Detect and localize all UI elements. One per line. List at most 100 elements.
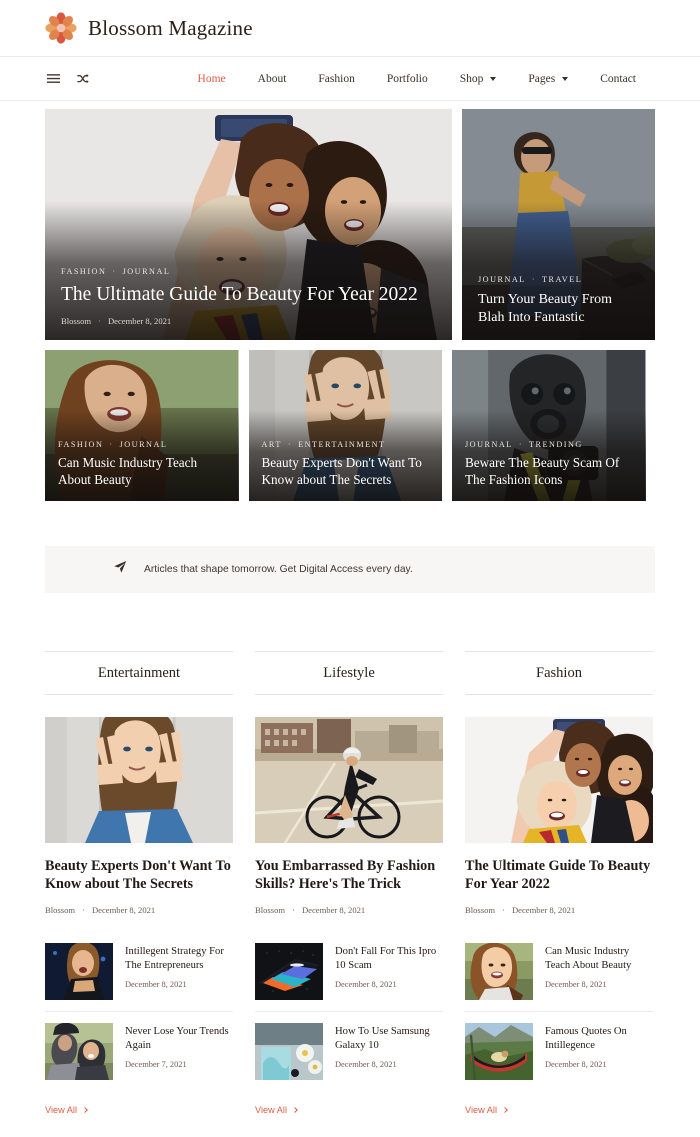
list-item[interactable]: Famous Quotes On Intillegence December 8…: [465, 1010, 653, 1091]
list-item-date: December 8, 2021: [125, 980, 187, 990]
list-item-title[interactable]: Famous Quotes On Intillegence: [545, 1025, 653, 1053]
hero-featured-card[interactable]: FASHION · JOURNAL The Ultimate Guide To …: [45, 109, 452, 340]
list-item[interactable]: Don't Fall For This Ipro 10 Scam Decembe…: [255, 932, 443, 1011]
hero-card-beauty-scam[interactable]: JOURNAL · TRENDING Beware The Beauty Sca…: [452, 350, 646, 501]
featured-article-title[interactable]: You Embarrassed By Fashion Skills? Here'…: [255, 857, 443, 894]
hero-card-title[interactable]: Can Music Industry Teach About Beauty: [58, 455, 226, 488]
digital-access-banner: Articles that shape tomorrow. Get Digita…: [45, 546, 655, 593]
list-item[interactable]: Intillegent Strategy For The Entrepreneu…: [45, 932, 233, 1011]
list-item-date: December 7, 2021: [125, 1060, 187, 1070]
hero-side-column: JOURNAL · TRAVEL Turn Your Beauty From B…: [462, 109, 655, 340]
featured-article-title[interactable]: Beauty Experts Don't Want To Know about …: [45, 857, 233, 894]
list-item-title[interactable]: Never Lose Your Trends Again: [125, 1025, 233, 1053]
category-link[interactable]: ART: [262, 440, 282, 449]
nav-item-about[interactable]: About: [242, 73, 303, 85]
column-header: Fashion: [465, 651, 653, 695]
list-item-thumbnail[interactable]: [45, 942, 113, 1000]
nav-item-home[interactable]: Home: [182, 73, 242, 85]
list-item-thumbnail[interactable]: [45, 1022, 113, 1080]
nav-item-contact[interactable]: Contact: [584, 73, 652, 85]
list-item-thumbnail[interactable]: [255, 942, 323, 1000]
ticker-text: Articles that shape tomorrow. Get Digita…: [144, 564, 413, 575]
list-item[interactable]: Never Lose Your Trends Again December 7,…: [45, 1010, 233, 1091]
bottom-spacer: [0, 1115, 700, 1137]
shuffle-random-icon[interactable]: [75, 71, 91, 87]
list-item-date: December 8, 2021: [335, 1060, 397, 1070]
view-all-label: View All: [45, 1104, 78, 1115]
hero-card-title[interactable]: Beware The Beauty Scam Of The Fashion Ic…: [465, 455, 633, 488]
featured-article-image[interactable]: [45, 717, 233, 843]
list-item-body: Can Music Industry Teach About Beauty De…: [545, 943, 653, 989]
paper-plane-icon: [113, 560, 127, 579]
site-title: Blossom Magazine: [88, 15, 253, 40]
list-item-thumbnail[interactable]: [255, 1022, 323, 1080]
list-item-title[interactable]: Can Music Industry Teach About Beauty: [545, 945, 653, 973]
author-name[interactable]: Blossom: [255, 905, 285, 915]
site-logo-link[interactable]: Blossom Magazine: [45, 12, 253, 44]
hero-card-music-industry[interactable]: FASHION · JOURNAL Can Music Industry Tea…: [45, 350, 239, 501]
separator: ·: [518, 440, 523, 450]
publish-date: December 8, 2021: [107, 316, 172, 326]
article-list: Intillegent Strategy For The Entrepreneu…: [45, 932, 233, 1091]
nav-item-pages[interactable]: Pages: [512, 73, 584, 85]
hero-section: FASHION · JOURNAL The Ultimate Guide To …: [0, 101, 700, 340]
chevron-right-icon: [502, 1107, 508, 1113]
view-all-label: View All: [465, 1104, 498, 1115]
nav-item-portfolio[interactable]: Portfolio: [371, 73, 444, 85]
ticker-section: Articles that shape tomorrow. Get Digita…: [0, 501, 700, 593]
list-item-date: December 8, 2021: [545, 1060, 607, 1070]
list-item[interactable]: How To Use Samsung Galaxy 10 December 8,…: [255, 1010, 443, 1091]
hero-featured-title[interactable]: The Ultimate Guide To Beauty For Year 20…: [61, 283, 436, 307]
hero-card-categories: FASHION · JOURNAL: [58, 440, 226, 449]
category-link[interactable]: FASHION: [61, 267, 106, 276]
view-all-link-entertainment[interactable]: View All: [45, 1105, 233, 1115]
chevron-down-icon: [490, 76, 497, 81]
list-item-body: Intillegent Strategy For The Entrepreneu…: [125, 943, 233, 989]
hero-side-card[interactable]: JOURNAL · TRAVEL Turn Your Beauty From B…: [462, 109, 655, 340]
author-name[interactable]: Blossom: [61, 316, 91, 326]
list-item[interactable]: Can Music Industry Teach About Beauty De…: [465, 932, 653, 1011]
list-item-title[interactable]: How To Use Samsung Galaxy 10: [335, 1025, 443, 1053]
view-all-link-lifestyle[interactable]: View All: [255, 1105, 443, 1115]
hero-card-title[interactable]: Beauty Experts Don't Want To Know about …: [262, 455, 430, 488]
hero-featured-categories: FASHION · JOURNAL: [61, 267, 436, 276]
category-link[interactable]: JOURNAL: [478, 275, 526, 284]
list-item-body: Famous Quotes On Intillegence December 8…: [545, 1023, 653, 1069]
list-item-title[interactable]: Intillegent Strategy For The Entrepreneu…: [125, 945, 233, 973]
category-link[interactable]: JOURNAL: [465, 440, 513, 449]
nav-label: Pages: [528, 72, 556, 85]
featured-article-title[interactable]: The Ultimate Guide To Beauty For Year 20…: [465, 857, 653, 894]
nav-item-shop[interactable]: Shop: [444, 73, 513, 85]
featured-article-image[interactable]: [255, 717, 443, 843]
category-link[interactable]: TRAVEL: [542, 275, 582, 284]
category-link[interactable]: ENTERTAINMENT: [298, 440, 385, 449]
author-name[interactable]: Blossom: [465, 905, 495, 915]
hero-card-categories: ART · ENTERTAINMENT: [262, 440, 430, 449]
main-navigation: Home About Fashion Portfolio Shop Pages …: [0, 56, 700, 101]
column-header: Entertainment: [45, 651, 233, 695]
featured-article-image[interactable]: [465, 717, 653, 843]
nav-item-fashion[interactable]: Fashion: [302, 73, 370, 85]
separator: ·: [112, 266, 117, 276]
list-item-title[interactable]: Don't Fall For This Ipro 10 Scam: [335, 945, 443, 973]
view-all-link-fashion[interactable]: View All: [465, 1105, 653, 1115]
featured-article-meta: Blossom · December 8, 2021: [465, 905, 653, 915]
category-link[interactable]: TRENDING: [529, 440, 583, 449]
nav-label: Contact: [600, 72, 636, 85]
list-item-body: Never Lose Your Trends Again December 7,…: [125, 1023, 233, 1069]
list-item-thumbnail[interactable]: [465, 1022, 533, 1080]
hamburger-menu-icon[interactable]: [45, 71, 61, 87]
publish-date: December 8, 2021: [511, 904, 576, 915]
author-name[interactable]: Blossom: [45, 905, 75, 915]
column-title: Fashion: [536, 664, 582, 681]
category-link[interactable]: JOURNAL: [123, 267, 171, 276]
category-link[interactable]: FASHION: [58, 440, 103, 449]
nav-left-icons: [45, 71, 91, 87]
hero-card-beauty-experts[interactable]: ART · ENTERTAINMENT Beauty Experts Don't…: [248, 350, 443, 501]
separator: ·: [292, 904, 295, 915]
list-item-thumbnail[interactable]: [465, 942, 533, 1000]
category-columns: Entertainment Beauty Experts Don't Want …: [0, 593, 700, 1115]
hero-side-title[interactable]: Turn Your Beauty From Blah Into Fantasti…: [478, 291, 639, 326]
hero-card-content: ART · ENTERTAINMENT Beauty Experts Don't…: [249, 440, 443, 501]
category-link[interactable]: JOURNAL: [120, 440, 168, 449]
